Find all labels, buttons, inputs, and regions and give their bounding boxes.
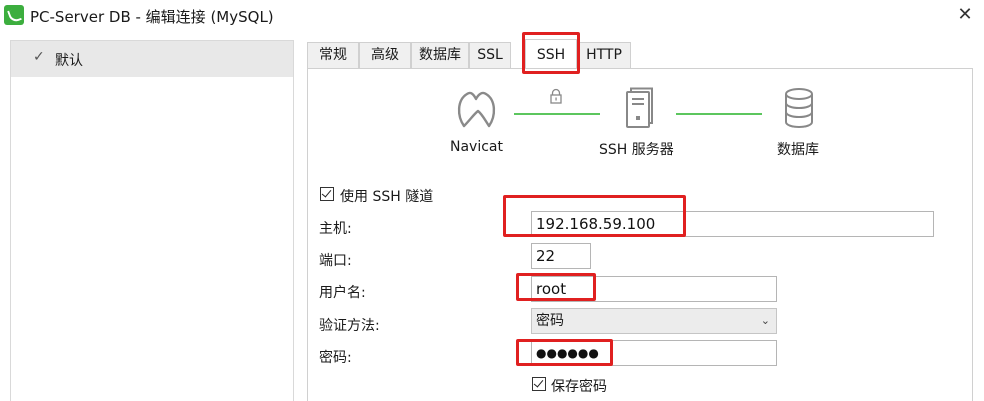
tab-advanced[interactable]: 高级 <box>359 42 411 68</box>
host-input[interactable]: 192.168.59.100 <box>531 211 934 237</box>
save-password-label: 保存密码 <box>551 379 607 395</box>
sidebar-item-label: 默认 <box>55 53 83 69</box>
use-ssh-tunnel-checkbox[interactable] <box>320 187 334 201</box>
diagram-label-database: 数据库 <box>777 142 819 158</box>
chevron-down-icon: ⌄ <box>760 314 770 327</box>
use-ssh-tunnel-label: 使用 SSH 隧道 <box>340 189 434 205</box>
username-label: 用户名: <box>319 285 366 301</box>
close-button[interactable]: ✕ <box>951 1 979 29</box>
connection-group-list: ✓ 默认 <box>10 40 294 401</box>
connector-line <box>676 113 762 115</box>
port-label: 端口: <box>319 253 352 269</box>
password-input[interactable]: ●●●●●● <box>531 340 777 366</box>
port-input[interactable]: 22 <box>531 243 591 269</box>
username-input[interactable]: root <box>531 276 777 302</box>
tab-http[interactable]: HTTP <box>577 42 631 68</box>
host-label: 主机: <box>319 221 352 237</box>
tab-ssh[interactable]: SSH <box>525 39 577 68</box>
app-icon <box>4 5 24 25</box>
connector-line <box>514 113 600 115</box>
lock-icon <box>550 88 562 104</box>
diagram-label-client: Navicat <box>450 139 503 155</box>
checkmark-icon: ✓ <box>33 49 45 65</box>
password-label: 密码: <box>319 350 352 366</box>
diagram-label-server: SSH 服务器 <box>599 142 674 158</box>
save-password-checkbox[interactable] <box>532 377 546 391</box>
sidebar-item-default[interactable]: ✓ 默认 <box>11 41 293 77</box>
window-title: PC-Server DB - 编辑连接 (MySQL) <box>30 8 274 26</box>
tab-database[interactable]: 数据库 <box>411 42 469 68</box>
auth-method-label: 验证方法: <box>319 318 380 334</box>
title-bar: PC-Server DB - 编辑连接 (MySQL) ✕ <box>0 0 984 32</box>
database-icon <box>785 88 813 129</box>
tab-general[interactable]: 常规 <box>307 42 359 68</box>
navicat-icon <box>457 91 496 128</box>
tab-ssl[interactable]: SSL <box>469 42 511 68</box>
auth-method-value: 密码 <box>536 313 564 329</box>
auth-method-select[interactable]: 密码 ⌄ <box>531 308 777 334</box>
ssh-server-icon <box>626 87 653 128</box>
